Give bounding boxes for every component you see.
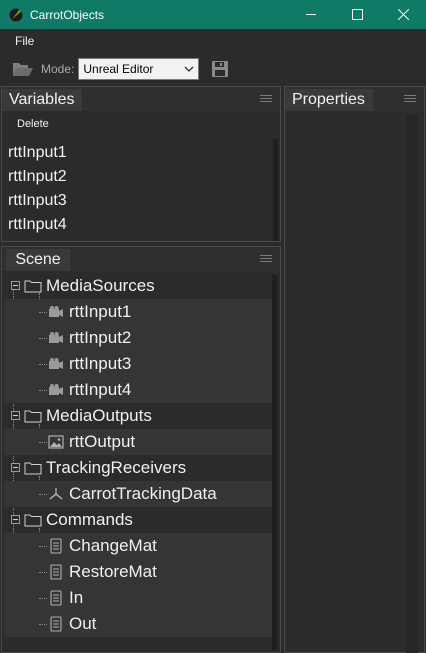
mode-select-value: Unreal Editor bbox=[83, 62, 154, 76]
script-icon bbox=[47, 616, 65, 632]
minimize-icon bbox=[305, 14, 316, 15]
carrot-app-icon bbox=[6, 5, 26, 25]
maximize-icon bbox=[351, 9, 363, 20]
delete-button[interactable]: Delete bbox=[17, 118, 49, 130]
variable-item[interactable]: rttInput1 bbox=[8, 141, 67, 165]
properties-panel-header: Properties bbox=[285, 87, 424, 111]
tree-label: Commands bbox=[46, 510, 133, 529]
tracking-axes-icon bbox=[47, 486, 65, 502]
camera-icon bbox=[47, 382, 65, 398]
tree-label: rttOutput bbox=[69, 432, 136, 451]
panel-grip-icon[interactable] bbox=[260, 255, 272, 263]
window-title: CarrotObjects bbox=[30, 7, 105, 22]
tree-label: CarrotTrackingData bbox=[69, 484, 217, 503]
variables-scrollbar[interactable] bbox=[273, 139, 278, 241]
minimize-button[interactable] bbox=[288, 0, 334, 29]
mode-label: Mode: bbox=[41, 62, 75, 76]
variable-item[interactable]: rttInput4 bbox=[8, 213, 67, 237]
tree-item[interactable]: ChangeMat bbox=[4, 533, 272, 559]
folder-icon bbox=[24, 408, 42, 424]
variables-panel-header: Variables bbox=[2, 87, 280, 111]
panel-grip-icon[interactable] bbox=[260, 95, 272, 103]
tab-variables[interactable]: Variables bbox=[2, 89, 82, 111]
tab-properties[interactable]: Properties bbox=[285, 89, 373, 111]
mode-select[interactable]: Unreal Editor bbox=[78, 58, 200, 80]
tree-label: MediaSources bbox=[46, 276, 155, 295]
scene-scrollbar[interactable] bbox=[272, 275, 277, 650]
camera-icon bbox=[47, 304, 65, 320]
tree-label: In bbox=[69, 588, 84, 607]
toolbar: Mode: Unreal Editor bbox=[0, 53, 426, 85]
tree-item[interactable]: rttInput2 bbox=[4, 325, 272, 351]
chevron-down-icon bbox=[184, 66, 194, 72]
tree-label: rttInput1 bbox=[69, 302, 132, 321]
folder-icon bbox=[24, 512, 42, 528]
camera-icon bbox=[47, 330, 65, 346]
script-icon bbox=[47, 590, 65, 606]
collapse-toggle-icon[interactable] bbox=[11, 515, 20, 524]
title-bar: CarrotObjects bbox=[0, 0, 426, 29]
save-icon bbox=[212, 61, 229, 77]
tree-item[interactable]: rttInput1 bbox=[4, 299, 272, 325]
script-icon bbox=[47, 564, 65, 580]
tree-item[interactable]: rttInput4 bbox=[4, 377, 272, 403]
tree-label: MediaOutputs bbox=[46, 406, 152, 425]
menu-file[interactable]: File bbox=[0, 34, 34, 48]
open-folder-icon bbox=[13, 63, 33, 76]
tree-item[interactable]: In bbox=[4, 585, 272, 611]
variable-item[interactable]: rttInput2 bbox=[8, 165, 67, 189]
tree-label: rttInput3 bbox=[69, 354, 132, 373]
tree-folder-mediaoutputs[interactable]: MediaOutputs bbox=[4, 403, 272, 429]
scene-panel-header: Scene bbox=[2, 247, 280, 271]
open-folder-button[interactable] bbox=[11, 58, 35, 80]
tree-item[interactable]: rttInput3 bbox=[4, 351, 272, 377]
tree-folder-mediasources[interactable]: MediaSources bbox=[4, 273, 272, 299]
menu-bar: File bbox=[0, 29, 426, 53]
tree-label: RestoreMat bbox=[69, 562, 157, 581]
camera-icon bbox=[47, 356, 65, 372]
tree-label: Out bbox=[69, 614, 97, 633]
maximize-button[interactable] bbox=[334, 0, 380, 29]
tree-item[interactable]: rttOutput bbox=[4, 429, 272, 455]
variables-list: rttInput1 rttInput2 rttInput3 rttInput4 bbox=[8, 141, 67, 237]
tree-label: ChangeMat bbox=[69, 536, 157, 555]
close-button[interactable] bbox=[380, 0, 426, 29]
folder-icon bbox=[24, 460, 42, 476]
collapse-toggle-icon[interactable] bbox=[11, 281, 20, 290]
properties-scrollbar[interactable] bbox=[406, 115, 418, 653]
tree-item[interactable]: CarrotTrackingData bbox=[4, 481, 272, 507]
tree-folder-commands[interactable]: Commands bbox=[4, 507, 272, 533]
properties-panel: Properties bbox=[284, 86, 425, 653]
image-icon bbox=[47, 434, 65, 450]
tab-scene[interactable]: Scene bbox=[6, 249, 70, 271]
variable-item[interactable]: rttInput3 bbox=[8, 189, 67, 213]
tree-folder-trackingreceivers[interactable]: TrackingReceivers bbox=[4, 455, 272, 481]
folder-icon bbox=[24, 278, 42, 294]
tree-label: TrackingReceivers bbox=[46, 458, 187, 477]
panel-grip-icon[interactable] bbox=[404, 95, 416, 103]
scene-panel: Scene MediaSources rttInput1 rttInput2 r… bbox=[1, 246, 281, 653]
tree-item[interactable]: Out bbox=[4, 611, 272, 637]
tree-item[interactable]: RestoreMat bbox=[4, 559, 272, 585]
variables-panel: Variables Delete rttInput1 rttInput2 rtt… bbox=[1, 86, 281, 242]
collapse-toggle-icon[interactable] bbox=[11, 463, 20, 472]
tree-label: rttInput4 bbox=[69, 380, 132, 399]
collapse-toggle-icon[interactable] bbox=[11, 411, 20, 420]
scene-tree: MediaSources rttInput1 rttInput2 rttInpu… bbox=[2, 271, 280, 652]
save-button[interactable] bbox=[209, 58, 231, 80]
tree-label: rttInput2 bbox=[69, 328, 132, 347]
close-icon bbox=[397, 9, 409, 20]
script-icon bbox=[47, 538, 65, 554]
